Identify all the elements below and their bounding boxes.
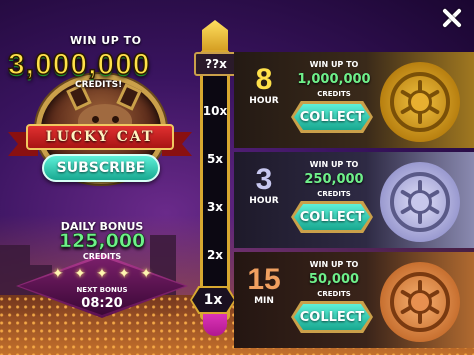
vault-wheel	[408, 290, 432, 314]
reward-amount: 250,000	[304, 172, 364, 187]
cat-eye	[92, 116, 99, 123]
multiplier-level: 5x	[206, 152, 224, 166]
reward-duration: 8	[255, 63, 273, 96]
reward-win-up-label: WIN UP TO	[309, 160, 359, 169]
reward-amount: 50,000	[308, 272, 360, 287]
gold-vault-icon	[380, 62, 460, 142]
subscribe-button[interactable]: SUBSCRIBE	[42, 154, 160, 182]
reward-win-up-label: WIN UP TO	[309, 260, 359, 269]
multiplier-top-label: ??x	[194, 52, 238, 76]
daily-bonus-amount: 125,000	[58, 230, 146, 253]
star-icon: ✦	[96, 266, 108, 282]
multiplier-level: 2x	[206, 248, 224, 262]
multiplier-current-label: 1x	[192, 288, 234, 312]
multiplier-level: 10x	[202, 104, 228, 118]
cat-eye	[112, 116, 119, 123]
collect-button[interactable]: COLLECT	[294, 104, 370, 130]
close-icon[interactable]	[440, 6, 464, 30]
promo-credits-label: CREDITS!	[75, 80, 123, 90]
reward-credits-label: CREDITS	[317, 190, 351, 198]
game-popup: WIN UP TO 3,000,000 CREDITS! LUCKY CAT S…	[0, 0, 474, 355]
star-icon: ✦	[52, 266, 64, 282]
next-bonus-timer: 08:20	[81, 296, 123, 311]
star-icon: ✦	[118, 266, 130, 282]
vault-wheel	[408, 190, 432, 214]
reward-unit: MIN	[254, 296, 274, 306]
star-icon: ✦	[140, 266, 152, 282]
reward-credits-label: CREDITS	[317, 290, 351, 298]
reward-amount: 1,000,000	[297, 72, 371, 87]
star-icon: ✦	[74, 266, 86, 282]
daily-bonus-credits-label: CREDITS	[82, 252, 122, 261]
bonus-stars: ✦ ✦ ✦ ✦ ✦	[52, 266, 152, 282]
silver-vault-icon	[380, 162, 460, 242]
multiplier-current: 1x	[190, 286, 236, 314]
reward-row-15-min: 15 MIN WIN UP TO 50,000 CREDITS COLLECT	[234, 252, 474, 348]
reward-unit: HOUR	[249, 96, 279, 106]
promo-win-up-label: WIN UP TO	[70, 34, 142, 47]
meter-track	[200, 50, 230, 320]
game-name: LUCKY CAT	[26, 124, 174, 150]
reward-duration: 3	[255, 163, 273, 196]
collect-button[interactable]: COLLECT	[294, 204, 370, 230]
reward-duration: 15	[247, 263, 281, 296]
next-bonus-label: NEXT BONUS	[76, 286, 128, 294]
reward-credits-label: CREDITS	[317, 90, 351, 98]
reward-unit: HOUR	[249, 196, 279, 206]
vault-wheel	[408, 90, 432, 114]
bronze-vault-icon	[380, 262, 460, 342]
reward-row-3-hour: 3 HOUR WIN UP TO 250,000 CREDITS COLLECT	[234, 152, 474, 248]
lucky-cat-ribbon: LUCKY CAT	[8, 124, 192, 156]
reward-win-up-label: WIN UP TO	[309, 60, 359, 69]
collect-button[interactable]: COLLECT	[294, 304, 370, 330]
reward-row-8-hour: 8 HOUR WIN UP TO 1,000,000 CREDITS COLLE…	[234, 52, 474, 148]
promo-amount: 3,000,000	[7, 47, 151, 82]
multiplier-level: 3x	[206, 200, 224, 214]
